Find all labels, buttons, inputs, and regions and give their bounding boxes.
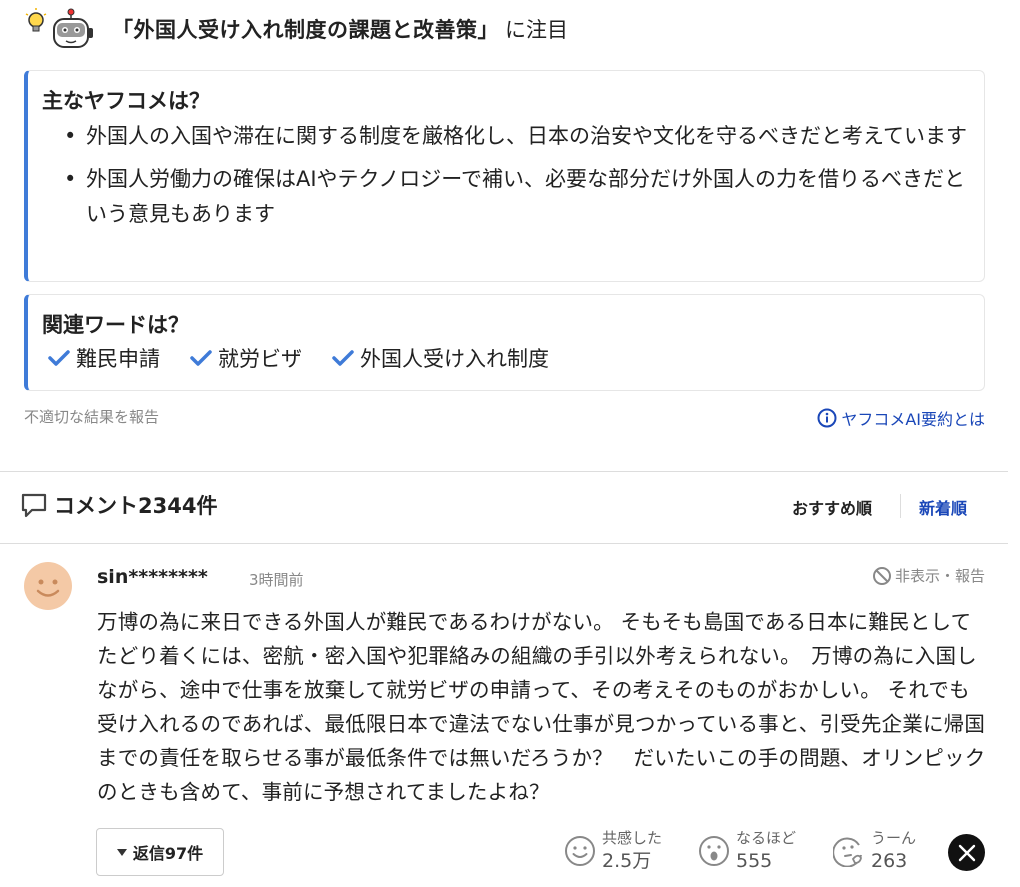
replies-button[interactable]: 返信97件 <box>96 828 224 876</box>
about-label: ヤフコメAI要約とは <box>841 410 985 429</box>
comment-username[interactable]: sin******** <box>97 566 208 588</box>
keyword-list: 難民申請 就労ビザ 外国人受け入れ制度 <box>48 343 579 373</box>
keyword-label: 外国人受け入れ制度 <box>360 347 549 371</box>
prohibited-icon <box>872 566 891 585</box>
reaction-label: 共感した <box>602 829 663 847</box>
hide-report-button[interactable]: 非表示・報告 <box>872 565 985 586</box>
topic-title: 「外国人受け入れ制度の課題と改善策」 <box>112 18 499 42</box>
info-icon <box>817 408 837 428</box>
keywords-title: 関連ワードは？ <box>42 313 189 337</box>
reaction-count: 263 <box>871 850 908 872</box>
sort-separator <box>900 494 901 518</box>
comments-header: コメント2344件 <box>20 490 217 520</box>
check-icon <box>190 350 212 366</box>
summary-list: 外国人の入国や滞在に関する制度を厳格化し、日本の治安や文化を守るべきだと考えてい… <box>64 119 969 240</box>
smile-avatar-icon <box>36 579 60 597</box>
report-result-link[interactable]: 不適切な結果を報告 <box>24 406 159 427</box>
replies-label: 返信97件 <box>132 844 204 863</box>
keyword-label: 就労ビザ <box>218 347 302 371</box>
avatar <box>24 562 72 610</box>
summary-item: 外国人の入国や滞在に関する制度を厳格化し、日本の治安や文化を守るべきだと考えてい… <box>64 119 969 154</box>
thinking-face-icon <box>833 837 862 867</box>
comment-body: 万博の為に来日できる外国人が難民であるわけがない。 そもそも島国である日本に難民… <box>97 610 986 804</box>
keywords-card: 関連ワードは？ 難民申請 就労ビザ 外国人受け入れ制度 <box>24 294 985 391</box>
reaction-label: なるほど <box>736 829 797 847</box>
triangle-down-icon <box>116 848 127 856</box>
x-logo-icon <box>958 844 975 861</box>
summary-card: 主なヤフコメは？ 外国人の入国や滞在に関する制度を厳格化し、日本の治安や文化を守… <box>24 70 985 282</box>
keyword-label: 難民申請 <box>76 347 160 371</box>
check-icon <box>48 350 70 366</box>
sort-newest-tab[interactable]: 新着順 <box>919 495 967 519</box>
divider <box>0 471 1008 472</box>
reaction-hmm-button[interactable]: うーん 263 <box>833 828 916 874</box>
check-icon <box>332 350 354 366</box>
share-x-button[interactable] <box>948 834 985 871</box>
surprised-face-icon <box>699 836 729 866</box>
summary-title: 主なヤフコメは？ <box>42 89 210 113</box>
speech-bubble-icon <box>21 493 47 518</box>
summary-item: 外国人労働力の確保はAIやテクノロジーで補い、必要な部分だけ外国人の力を借りるべ… <box>64 162 969 232</box>
about-ai-summary-link[interactable]: ヤフコメAI要約とは <box>817 406 985 430</box>
topic-suffix: に注目 <box>505 18 568 42</box>
comment-timestamp: 3時間前 <box>249 571 304 589</box>
reaction-label: うーん <box>871 829 917 847</box>
divider <box>0 543 1008 544</box>
summary-header: 「外国人受け入れ制度の課題と改善策」 に注目 <box>24 6 568 52</box>
comments-count-title: コメント2344件 <box>54 494 218 518</box>
sort-recommended-tab[interactable]: おすすめ順 <box>792 495 872 519</box>
smile-face-icon <box>565 836 595 866</box>
hide-report-label: 非表示・報告 <box>894 567 985 585</box>
reaction-count: 555 <box>736 850 773 872</box>
mascot-icon <box>24 6 100 52</box>
keyword-item[interactable]: 外国人受け入れ制度 <box>332 343 549 373</box>
reaction-empathy-button[interactable]: 共感した 2.5万 <box>564 828 662 874</box>
reaction-insight-button[interactable]: なるほど 555 <box>698 828 796 874</box>
keyword-item[interactable]: 就労ビザ <box>190 343 302 373</box>
keyword-item[interactable]: 難民申請 <box>48 343 160 373</box>
reaction-count: 2.5万 <box>602 850 652 872</box>
